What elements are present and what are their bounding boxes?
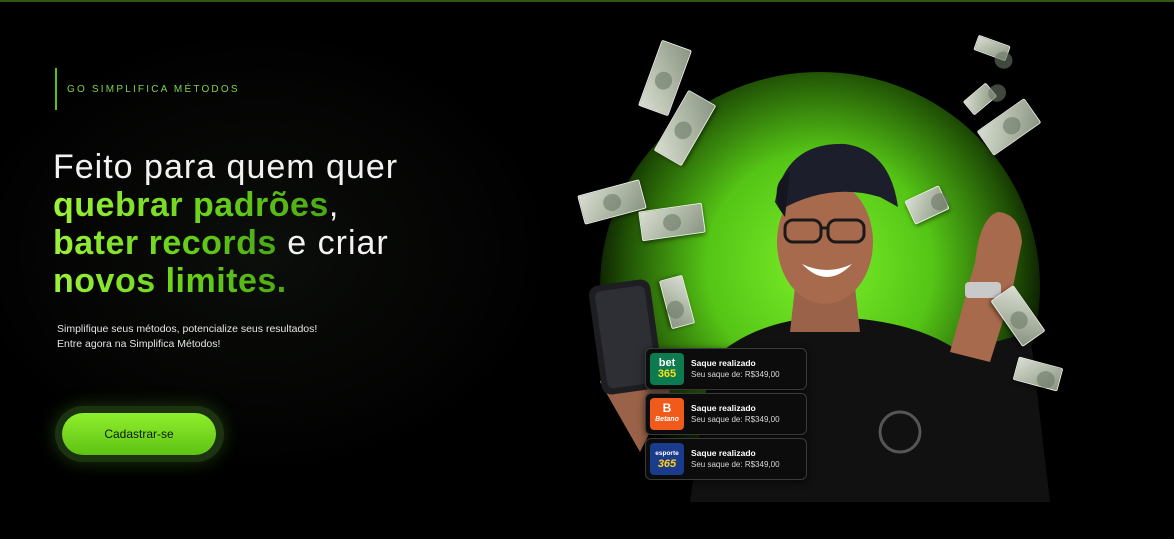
headline-highlight-2: bater records bbox=[53, 224, 277, 262]
subtext-line-2: Entre agora na Simplifica Métodos! bbox=[57, 338, 221, 350]
betano-logo-icon: B Betano bbox=[650, 398, 684, 430]
wristwatch bbox=[965, 282, 1001, 298]
esporte365-logo-icon: esporte 365 bbox=[650, 443, 684, 475]
headline-comma: , bbox=[328, 186, 340, 224]
notification-title: Saque realizado bbox=[691, 358, 756, 368]
headline-highlight-1: quebrar padrões bbox=[53, 186, 329, 224]
headline-highlight-3: novos limites. bbox=[53, 262, 287, 300]
notification-detail: Seu saque de: R$349,00 bbox=[691, 370, 780, 379]
notification-detail: Seu saque de: R$349,00 bbox=[691, 460, 780, 469]
notification-detail: Seu saque de: R$349,00 bbox=[691, 415, 780, 424]
notification-title: Saque realizado bbox=[691, 448, 756, 458]
withdrawal-notification-betano: B Betano Saque realizado Seu saque de: R… bbox=[645, 393, 807, 435]
withdrawal-notification-bet365: bet 365 Saque realizado Seu saque de: R$… bbox=[645, 348, 807, 390]
withdrawal-notification-esporte365: esporte 365 Saque realizado Seu saque de… bbox=[645, 438, 807, 480]
landing-page: GO SIMPLIFICA MÉTODOS Feito para quem qu… bbox=[0, 0, 1174, 539]
headline-plain-2: e criar bbox=[276, 224, 389, 262]
notification-title: Saque realizado bbox=[691, 403, 756, 413]
headline-line-1: Feito para quem quer bbox=[53, 148, 399, 186]
subtext-line-1: Simplifique seus métodos, potencialize s… bbox=[57, 323, 318, 335]
hero-subtext: Simplifique seus métodos, potencialize s… bbox=[57, 322, 417, 352]
signup-button[interactable]: Cadastrar-se bbox=[62, 413, 216, 455]
eyebrow-label: GO SIMPLIFICA MÉTODOS bbox=[55, 68, 240, 110]
page-title: Feito para quem quer quebrar padrões, ba… bbox=[53, 148, 523, 300]
bet365-logo-icon: bet 365 bbox=[650, 353, 684, 385]
